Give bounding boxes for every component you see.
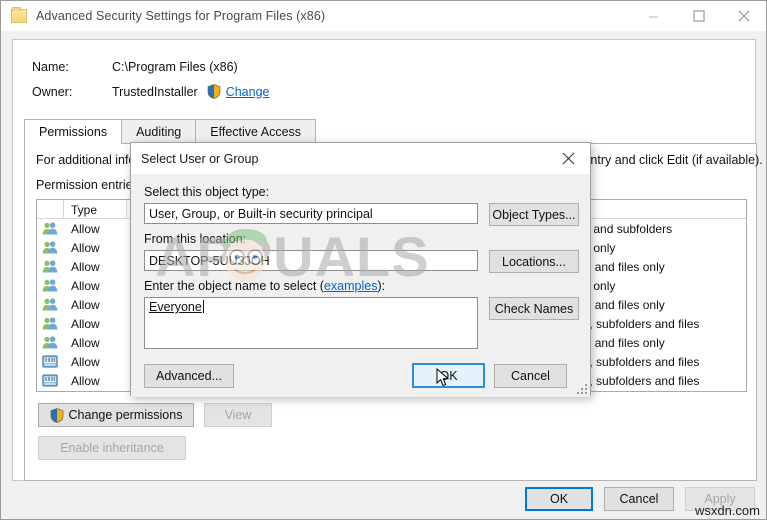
object-name-label: Enter the object name to select (example… [144,279,385,293]
check-names-button[interactable]: Check Names [489,297,579,320]
cell-type: Allow [71,278,100,293]
locations-label: Locations... [502,254,566,269]
dialog-title: Select User or Group [141,151,259,166]
maximize-icon[interactable] [676,1,721,31]
package-icon [37,352,64,371]
resize-grip-icon[interactable] [577,384,587,394]
permission-entries-label: Permission entries: [36,178,143,192]
tab-effective-access[interactable]: Effective Access [195,119,317,143]
object-type-label: Select this object type: [144,185,270,199]
tab-auditing-label: Auditing [136,124,182,139]
text-caret [202,300,204,313]
cancel-button[interactable]: Cancel [604,487,674,511]
dialog-titlebar: Select User or Group [131,143,590,174]
tab-effective-access-label: Effective Access [210,124,302,139]
change-permissions-button[interactable]: Change permissions [38,403,194,427]
dialog-body: Select this object type: User, Group, or… [131,174,590,397]
close-icon[interactable] [721,1,766,31]
package-icon [37,371,64,390]
users-icon [37,295,64,314]
tab-permissions-label: Permissions [39,125,108,139]
object-types-label: Object Types... [492,207,576,222]
window-titlebar: Advanced Security Settings for Program F… [1,1,766,31]
check-names-label: Check Names [494,301,574,316]
object-types-button[interactable]: Object Types... [489,203,579,226]
locations-button[interactable]: Locations... [489,250,579,273]
select-user-or-group-dialog: Select User or Group Select this object … [130,142,591,397]
cell-type: Allow [71,335,100,350]
object-name-label-prefix: Enter the object name to select ( [144,279,324,293]
name-row: Name: C:\Program Files (x86) [13,54,755,79]
tab-permissions[interactable]: Permissions [24,119,123,144]
owner-row: Owner: TrustedInstaller Change [13,79,755,104]
change-owner-link[interactable]: Change [226,85,270,99]
enable-inheritance-button[interactable]: Enable inheritance [38,436,186,460]
column-header-type[interactable]: Type [64,200,127,219]
window-controls [631,1,766,31]
window-footer: OK Cancel Apply [1,479,767,519]
close-icon[interactable] [546,143,590,174]
users-icon [37,238,64,257]
users-icon [37,219,64,238]
advanced-button[interactable]: Advanced... [144,364,234,388]
object-info: Name: C:\Program Files (x86) Owner: Trus… [13,40,755,104]
folder-icon [11,7,27,23]
dialog-ok-label: OK [439,368,458,383]
cell-type: Allow [71,316,100,331]
object-type-field[interactable]: User, Group, or Built-in security princi… [144,203,478,224]
cell-type: Allow [71,259,100,274]
window-title: Advanced Security Settings for Program F… [36,9,326,23]
view-button[interactable]: View [204,403,272,427]
wsxdn-watermark: wsxdn.com [694,503,760,518]
users-icon [37,314,64,333]
enable-inheritance-label: Enable inheritance [60,441,164,455]
object-name-value: Everyone [149,300,202,314]
change-permissions-label: Change permissions [68,408,183,422]
cell-type: Allow [71,373,100,388]
ok-label: OK [549,492,569,506]
name-value: C:\Program Files (x86) [112,59,238,74]
location-label: From this location: [144,232,247,246]
cancel-label: Cancel [619,492,659,506]
owner-value: TrustedInstaller [112,84,198,99]
cell-type: Allow [71,297,100,312]
ok-button[interactable]: OK [525,487,593,511]
column-header-icon [37,200,64,219]
users-icon [37,276,64,295]
shield-icon [50,407,64,423]
location-field[interactable]: DESKTOP-5UU3JOH [144,250,478,271]
tabstrip: Permissions Auditing Effective Access [24,119,757,144]
examples-link[interactable]: examples [324,279,378,293]
cell-type: Allow [71,354,100,369]
tab-auditing[interactable]: Auditing [121,119,197,143]
cell-type: Allow [71,240,100,255]
name-label: Name: [32,59,69,74]
object-name-label-suffix: ): [377,279,386,293]
cell-type: Allow [71,221,100,236]
shield-icon [207,84,221,99]
minimize-icon[interactable] [631,1,676,31]
object-name-input[interactable]: Everyone [144,297,478,349]
dialog-cancel-button[interactable]: Cancel [494,364,567,388]
owner-label: Owner: [32,84,73,99]
screen: Advanced Security Settings for Program F… [0,0,767,520]
dialog-ok-button[interactable]: OK [412,363,485,388]
users-icon [37,257,64,276]
view-label: View [224,408,252,422]
advanced-label: Advanced... [155,369,222,383]
users-icon [37,333,64,352]
dialog-cancel-label: Cancel [511,369,550,383]
